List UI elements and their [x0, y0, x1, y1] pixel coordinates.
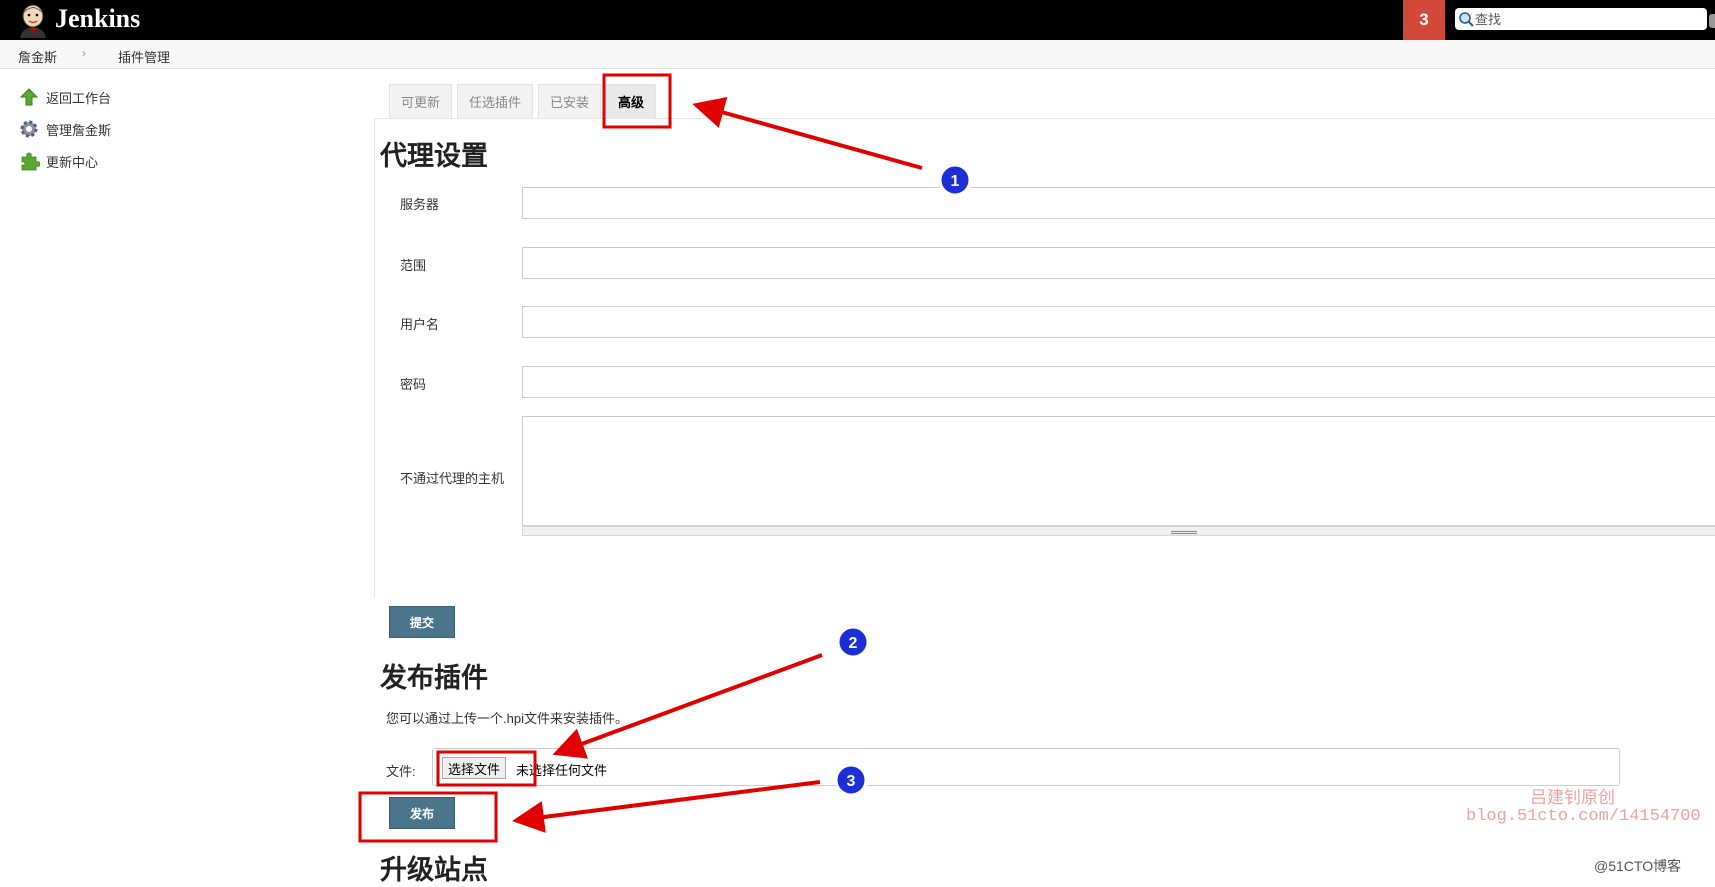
server-label: 服务器 [400, 197, 440, 212]
breadcrumb-home[interactable]: 詹金斯 [18, 47, 57, 66]
no-file-chosen-text: 未选择任何文件 [516, 763, 608, 778]
search-box [1455, 8, 1707, 30]
search-icon [1459, 12, 1474, 27]
breadcrumb-plugin-manager[interactable]: 插件管理 [118, 47, 170, 66]
up-arrow-icon [19, 88, 39, 106]
username-input[interactable] [522, 306, 1715, 338]
password-input[interactable] [522, 366, 1715, 398]
marker-text: 2 [849, 635, 858, 652]
upload-submit-button[interactable]: 发布 [389, 797, 455, 829]
notification-badge[interactable]: 3 [1403, 0, 1445, 40]
file-label: 文件: [386, 764, 416, 779]
watermark-author: 吕建钊原创 [1530, 788, 1615, 808]
annotation-marker-2: 2 [836, 625, 870, 659]
top-header: Jenkins 3 [0, 0, 1715, 40]
sidebar-item-update-center[interactable]: 更新中心 [18, 150, 98, 172]
gear-icon [20, 120, 38, 138]
watermark-site: @51CTO博客 [1594, 858, 1682, 874]
port-input[interactable] [522, 247, 1715, 279]
password-label: 密码 [400, 377, 427, 392]
update-site-title: 升级站点 [380, 855, 488, 886]
breadcrumb-separator-icon: › [82, 46, 86, 60]
sidebar-item-label: 返回工作台 [46, 90, 112, 106]
annotation-arrow-1 [692, 97, 923, 170]
sidebar-item-label: 管理詹金斯 [46, 122, 112, 138]
proxy-settings-title: 代理设置 [380, 141, 488, 172]
watermark-url: blog.51cto.com/14154700 [1466, 807, 1701, 826]
choose-file-button[interactable]: 选择文件 [442, 757, 507, 779]
resize-grip-icon [1171, 533, 1197, 534]
no-proxy-host-textarea[interactable] [522, 416, 1715, 526]
search-options-button[interactable] [1709, 14, 1715, 28]
app-name[interactable]: Jenkins [55, 4, 140, 34]
port-label: 范围 [400, 258, 427, 273]
tab-advanced[interactable]: 高级 [606, 84, 657, 118]
panel-border [374, 118, 375, 598]
proxy-submit-button[interactable]: 提交 [389, 606, 455, 638]
sidebar-item-back-to-dashboard[interactable]: 返回工作台 [18, 86, 111, 108]
textarea-resize-handle[interactable] [522, 526, 1715, 536]
resize-grip-icon [1171, 531, 1197, 532]
server-input[interactable] [522, 187, 1715, 219]
sidebar-item-label: 更新中心 [46, 154, 99, 170]
username-label: 用户名 [400, 317, 440, 332]
upload-plugin-title: 发布插件 [380, 663, 488, 694]
no-proxy-host-label: 不通过代理的主机 [400, 471, 505, 486]
sidebar-item-manage-jenkins[interactable]: 管理詹金斯 [18, 118, 111, 140]
tab-installed[interactable]: 已安装 [538, 84, 602, 118]
puzzle-icon [21, 152, 40, 171]
tab-available[interactable]: 任选插件 [457, 84, 534, 118]
jenkins-butler-logo-icon[interactable] [16, 2, 50, 38]
breadcrumb: 詹金斯 › 插件管理 [0, 40, 1715, 69]
upload-description: 您可以通过上传一个.hpi文件来安装插件。 [386, 711, 628, 726]
annotation-arrow-3 [512, 780, 821, 833]
annotation-arrow-2 [552, 653, 823, 759]
file-input-box [432, 748, 1620, 786]
tab-updates[interactable]: 可更新 [389, 84, 453, 118]
search-input[interactable] [1475, 8, 1703, 30]
tab-divider [374, 118, 1715, 119]
